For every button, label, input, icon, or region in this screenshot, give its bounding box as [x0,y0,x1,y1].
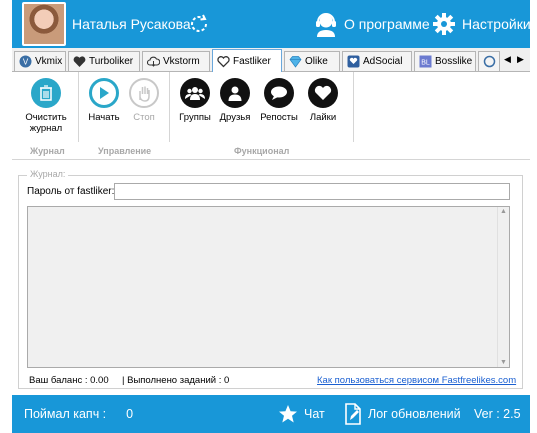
start-button[interactable]: Начать [86,78,122,123]
clear-log-label: Очистить журнал [25,112,67,134]
version-info: Ver : 2.5 [474,395,521,433]
avatar[interactable] [22,2,66,46]
stop-hand-icon [129,78,159,108]
reposts-label: Репосты [260,112,298,123]
changelog-label: Лог обновлений [368,407,461,421]
svg-text:BL: BL [421,60,430,67]
clear-log-button[interactable]: Очистить журнал [18,78,74,134]
section-label-control: Управление [98,146,152,156]
about-button[interactable]: О программе [314,10,430,38]
tab-fastliker[interactable]: Fastliker [212,49,282,73]
password-input[interactable] [114,183,510,200]
play-icon [89,78,119,108]
reposts-button[interactable]: Репосты [257,78,301,123]
group-control: Начать Стоп [80,72,170,142]
tab-label: Olike [305,56,328,67]
friends-label: Друзья [219,112,251,123]
captcha-count: 0 [126,407,134,421]
tab-scroll-right-icon[interactable]: ▶ [517,54,524,65]
log-fieldset: Журнал: Пароль от fastliker: ▲ ▼ Ваш бал… [18,169,523,389]
log-area[interactable]: ▲ ▼ [27,206,510,368]
tab-turboliker[interactable]: Turboliker [68,51,140,71]
groups-button[interactable]: Группы [177,78,213,123]
user-icon [220,78,250,108]
bosslike-icon: BL [419,55,432,68]
username: Наталья Русакова [72,16,191,32]
footer-bar: Поймал капч : 0 Чат Лог обновлений Ver :… [12,395,530,433]
svg-text:V: V [23,58,29,67]
tab-overflow[interactable] [478,51,500,71]
tab-bosslike[interactable]: BL Bosslike [414,51,476,71]
adsocial-icon [347,55,360,68]
captcha-label: Поймал капч : [24,407,107,421]
speech-bubble-icon [264,78,294,108]
tab-label: Turboliker [89,56,134,67]
tasks-text: | Выполнено заданий : 0 [122,375,230,386]
stop-button[interactable]: Стоп [126,78,162,123]
version-label: Ver : 2.5 [474,407,521,421]
section-label-log: Журнал [30,146,65,156]
diamond-icon [289,56,302,68]
captcha-counter: Поймал капч : 0 [24,395,133,433]
partial-tab-icon [483,55,496,68]
tab-label: Bosslike [435,56,473,67]
tab-label: Vkmix [35,56,63,67]
log-scrollbar[interactable]: ▲ ▼ [497,207,509,367]
tab-label: Vkstorm [163,56,200,67]
section-label-functional: Функционал [234,146,290,156]
service-tabs: V Vkmix Turboliker Vkstorm Fastliker Oli… [12,48,530,73]
log-legend: Журнал: [27,169,69,179]
scroll-up-icon[interactable]: ▲ [500,208,507,215]
tab-label: AdSocial [363,56,403,67]
document-edit-icon [345,403,361,425]
start-label: Начать [88,112,120,123]
main-content: Журнал: Пароль от fastliker: ▲ ▼ Ваш бал… [12,161,530,393]
group-log: Очистить журнал [12,72,79,142]
gear-icon [433,13,455,35]
vkmix-icon: V [19,55,32,68]
cloud-icon [147,56,160,67]
help-link[interactable]: Как пользоваться сервисом Fastfreelikes.… [317,375,516,386]
friends-button[interactable]: Друзья [217,78,253,123]
chat-label: Чат [304,407,325,421]
chat-button[interactable]: Чат [278,395,325,433]
about-label: О программе [344,16,430,32]
stop-label: Стоп [133,112,155,123]
heart-icon [308,78,338,108]
scroll-down-icon[interactable]: ▼ [500,359,507,366]
group-functional: Группы Друзья Репосты Лайки [171,72,354,142]
star-icon [279,405,297,423]
changelog-button[interactable]: Лог обновлений [344,395,461,433]
trash-icon [31,78,61,108]
header-bar: Наталья Русакова О программе Настройки [12,0,531,48]
heart-icon [73,56,86,67]
balance-text: Ваш баланс : 0.00 [29,375,109,386]
likes-button[interactable]: Лайки [305,78,341,123]
tab-olike[interactable]: Olike [284,51,340,71]
tab-vkstorm[interactable]: Vkstorm [142,51,210,71]
tab-scroll-left-icon[interactable]: ◀ [504,54,511,65]
settings-button[interactable]: Настройки [432,10,531,38]
ribbon-toolbar: Очистить журнал Начать Стоп Группы Друзь… [12,72,530,160]
app-window: Наталья Русакова О программе Настройки V… [12,0,531,433]
heart-outline-icon [217,56,230,68]
tab-label: Fastliker [233,56,271,67]
tab-adsocial[interactable]: AdSocial [342,51,412,71]
groups-label: Группы [179,112,211,123]
tab-vkmix[interactable]: V Vkmix [14,51,66,71]
group-users-icon [180,78,210,108]
settings-label: Настройки [462,16,531,32]
password-label: Пароль от fastliker: [27,186,115,197]
support-agent-icon [316,13,336,37]
likes-label: Лайки [309,112,337,123]
refresh-icon[interactable] [187,12,211,36]
